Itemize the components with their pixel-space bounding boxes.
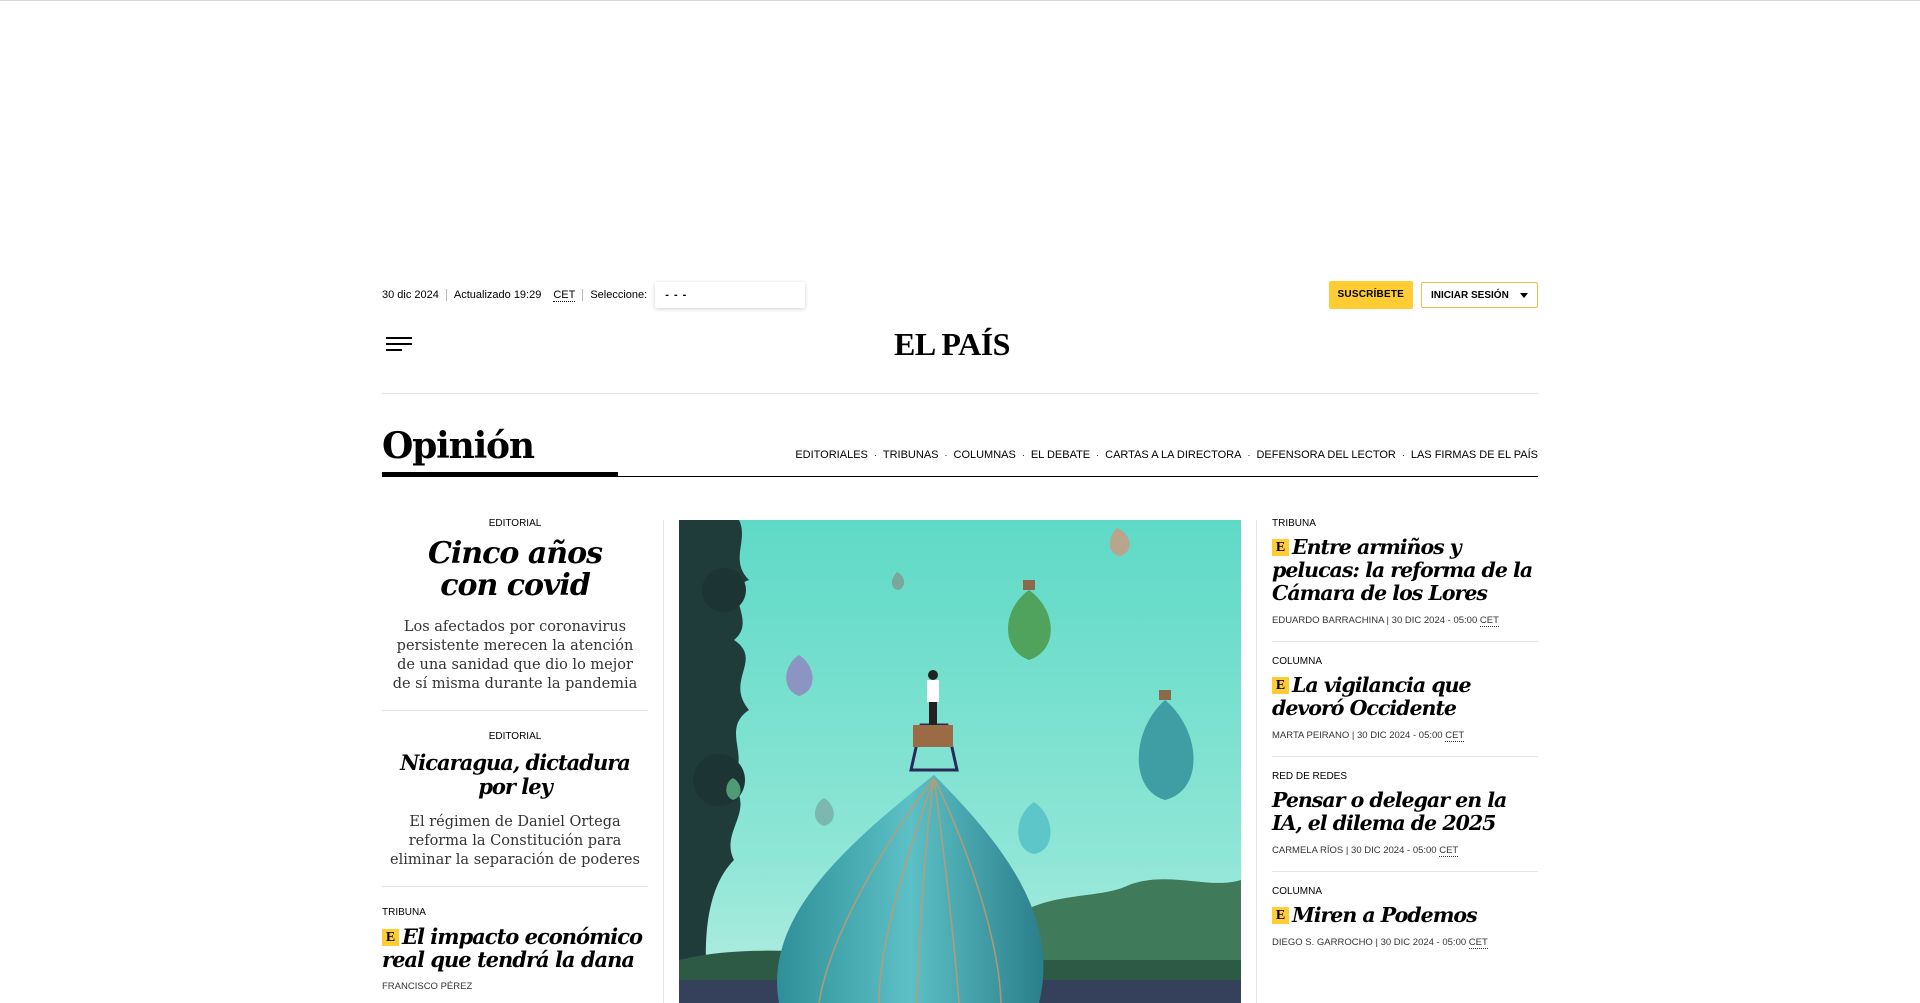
author-name[interactable]: DIEGO S. GARROCHO (1272, 937, 1373, 948)
story-kicker[interactable]: RED DE REDES (1272, 771, 1538, 783)
el-pais-logo[interactable]: EL PAÍS (894, 326, 1010, 363)
author-name[interactable]: EDUARDO BARRACHINA (1272, 615, 1384, 626)
timezone-abbr: CET (1439, 845, 1459, 857)
login-label: INICIAR SESIÓN (1431, 289, 1509, 301)
story-headline-wrap[interactable]: E El impacto económico real que tendrá la… (382, 925, 648, 971)
story-headline-wrap[interactable]: E La vigilancia que devoró Occidente (1272, 674, 1538, 720)
opinion-illustration[interactable] (679, 520, 1241, 1003)
story-kicker[interactable]: COLUMNA (1272, 886, 1538, 898)
utility-bar: 30 dic 2024 Actualizado 19:29 CET Selecc… (382, 281, 1538, 309)
edition-select-label: Seleccione: (590, 289, 648, 301)
edition-info: 30 dic 2024 Actualizado 19:29 CET Selecc… (382, 281, 805, 309)
publish-date: 30 DIC 2024 - 05:00 (1351, 845, 1437, 856)
section-title[interactable]: Opinión (382, 424, 535, 468)
author-name[interactable]: MARTA PEIRANO (1272, 730, 1349, 741)
divider (582, 289, 584, 301)
updated-time: Actualizado 19:29 (453, 289, 542, 301)
subnav-el-debate[interactable]: EL DEBATE (1031, 449, 1090, 461)
caret-down-icon (1520, 292, 1528, 298)
story-headline-wrap[interactable]: E Entre armiños y pelucas: la reforma de … (1272, 536, 1538, 605)
login-button[interactable]: INICIAR SESIÓN (1421, 282, 1538, 308)
subnav-tribunas[interactable]: TRIBUNAS (883, 449, 939, 461)
section-title-underline (382, 472, 618, 477)
left-column: EDITORIAL Cinco años con covid Los afect… (382, 518, 648, 993)
story-headline[interactable]: Miren a Podemos (1292, 903, 1478, 927)
current-date: 30 dic 2024 (382, 289, 439, 301)
story-kicker[interactable]: TRIBUNA (1272, 518, 1538, 530)
timezone-abbr: CET (1479, 615, 1499, 627)
story-byline: MARTA PEIRANO | 30 DIC 2024 - 05:00 CET (1272, 730, 1465, 742)
tribuna-story: TRIBUNA E El impacto económico real que t… (382, 907, 648, 993)
opinion-story: RED DE REDES Pensar o delegar en la IA, … (1272, 771, 1538, 872)
edition-select-value: - - - (665, 289, 688, 301)
hamburger-icon[interactable] (386, 337, 412, 351)
opinion-story: TRIBUNA E Entre armiños y pelucas: la ref… (1272, 518, 1538, 642)
timezone-abbr: CET (1445, 730, 1465, 742)
timezone-abbr[interactable]: CET (553, 289, 576, 302)
author-name[interactable]: CARMELA RÍOS (1272, 845, 1343, 856)
subscribe-button[interactable]: SUSCRÍBETE (1328, 281, 1413, 309)
story-kicker[interactable]: TRIBUNA (382, 907, 648, 919)
timezone-abbr: CET (1468, 937, 1488, 949)
publish-date: 30 DIC 2024 - 05:00 (1391, 615, 1478, 626)
story-headline-wrap[interactable]: E Miren a Podemos (1272, 904, 1538, 927)
balloons-illustration (679, 520, 1241, 1003)
e-badge-icon: E (1272, 907, 1289, 924)
header-divider (382, 393, 1538, 394)
story-headline[interactable]: La vigilancia que devoró Occidente (1272, 673, 1472, 720)
right-column: TRIBUNA E Entre armiños y pelucas: la ref… (1272, 518, 1538, 977)
editorial-story: EDITORIAL Cinco años con covid Los afect… (382, 518, 648, 694)
subnav-editoriales[interactable]: EDITORIALES (795, 449, 868, 461)
story-byline: DIEGO S. GARROCHO | 30 DIC 2024 - 05:00 … (1272, 937, 1488, 949)
editorial-story: EDITORIAL Nicaragua, dictadura por ley E… (382, 731, 648, 870)
opinion-subnav: EDITORIALES · TRIBUNAS · COLUMNAS · EL DEBA… (795, 449, 1538, 461)
story-kicker[interactable]: COLUMNA (1272, 656, 1538, 668)
divider (445, 289, 447, 301)
account-actions: SUSCRÍBETE INICIAR SESIÓN (1328, 281, 1538, 309)
story-divider (382, 710, 648, 711)
e-badge-icon: E (1272, 539, 1289, 556)
story-byline[interactable]: FRANCISCO PÉREZ (382, 981, 648, 993)
story-headline[interactable]: Entre armiños y pelucas: la reforma de l… (1272, 535, 1533, 605)
publish-date: 30 DIC 2024 - 05:00 (1357, 730, 1443, 741)
e-badge-icon: E (382, 929, 399, 946)
story-divider (382, 886, 648, 887)
opinion-story: COLUMNA E La vigilancia que devoró Occide… (1272, 656, 1538, 757)
story-headline[interactable]: Nicaragua, dictadura por ley (386, 751, 644, 799)
advertisement-space (0, 1, 1920, 271)
story-kicker[interactable]: EDITORIAL (382, 518, 648, 530)
story-dek: Los afectados por coronavirus persistent… (392, 619, 638, 692)
subnav-columnas[interactable]: COLUMNAS (954, 449, 1016, 461)
story-byline: EDUARDO BARRACHINA | 30 DIC 2024 - 05:00… (1272, 615, 1499, 627)
story-dek: El régimen de Daniel Ortega reforma la C… (390, 814, 640, 868)
opinion-story: COLUMNA E Miren a Podemos DIEGO S. GARROC… (1272, 886, 1538, 963)
column-divider (1256, 520, 1257, 1003)
story-headline[interactable]: El impacto económico real que tendrá la … (382, 924, 643, 972)
column-divider (663, 520, 664, 1003)
subnav-firmas[interactable]: LAS FIRMAS DE EL PAÍS (1411, 449, 1538, 461)
story-headline[interactable]: Pensar o delegar en la IA, el dilema de … (1272, 789, 1538, 835)
publish-date: 30 DIC 2024 - 05:00 (1380, 937, 1467, 948)
story-headline[interactable]: Cinco años con covid (398, 538, 632, 602)
subnav-cartas[interactable]: CARTAS A LA DIRECTORA (1105, 449, 1241, 461)
story-kicker[interactable]: EDITORIAL (382, 731, 648, 743)
e-badge-icon: E (1272, 677, 1289, 694)
edition-select[interactable]: - - - (655, 282, 805, 308)
subnav-defensora[interactable]: DEFENSORA DEL LECTOR (1256, 449, 1395, 461)
story-byline: CARMELA RÍOS | 30 DIC 2024 - 05:00 CET (1272, 845, 1459, 857)
